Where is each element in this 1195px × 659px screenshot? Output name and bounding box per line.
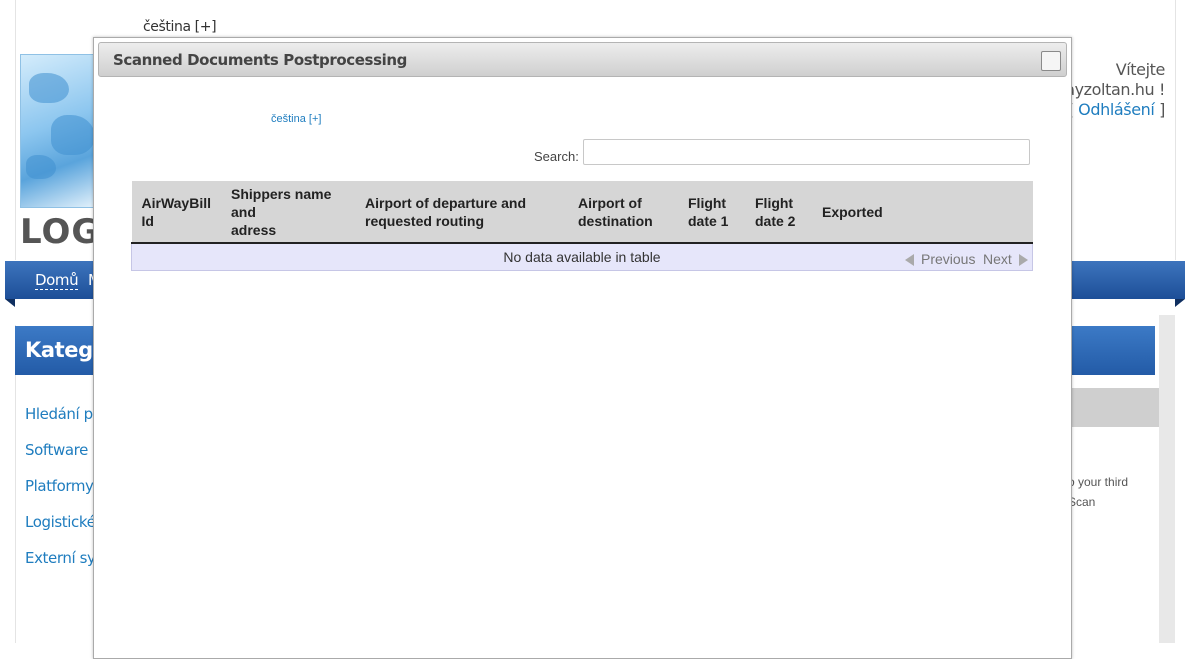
site-logo-text: LOG [20, 212, 101, 252]
documents-table: AirWayBill Id Shippers name and adress Air… [131, 181, 1033, 271]
column-header-airwaybill[interactable]: AirWayBill Id [131, 181, 221, 244]
logout-link[interactable]: Odhlášení [1078, 100, 1155, 119]
column-header-shipper[interactable]: Shippers name and adress [221, 181, 355, 244]
column-header-flight-date-2[interactable]: Flight date 2 [745, 181, 812, 244]
column-header-flight-date-1[interactable]: Flight date 1 [678, 181, 745, 244]
empty-table-message: No data available in table [131, 243, 1033, 271]
sidebar-header: Kategorie [15, 326, 138, 375]
column-header-destination[interactable]: Airport of destination [568, 181, 678, 244]
right-panel-text-1: o your third [1068, 475, 1129, 489]
scanned-documents-dialog: Scanned Documents Postprocessing čeština… [93, 37, 1072, 659]
previous-label: Previous [921, 251, 976, 267]
page-frame-right [1175, 0, 1176, 260]
next-page-button[interactable]: Next [983, 251, 1028, 267]
right-panel-header [1060, 326, 1155, 375]
page-frame-left [15, 0, 16, 260]
table-header-row: AirWayBill Id Shippers name and adress Air… [131, 181, 1033, 244]
next-label: Next [983, 251, 1012, 267]
arrow-right-icon [1018, 254, 1028, 267]
sidebar-item-platforms[interactable]: Platformy [25, 477, 94, 495]
column-header-departure[interactable]: Airport of departure and requested routin… [355, 181, 568, 244]
nav-ribbon-left [5, 299, 15, 307]
dialog-language-switch[interactable]: čeština [+] [271, 113, 321, 125]
search-input[interactable] [583, 139, 1030, 165]
language-switch[interactable]: čeština [+] [143, 19, 217, 35]
nav-ribbon-right [1175, 299, 1185, 307]
dialog-titlebar[interactable]: Scanned Documents Postprocessing [98, 42, 1067, 77]
column-header-exported[interactable]: Exported [812, 181, 1033, 244]
previous-page-button[interactable]: Previous [905, 251, 975, 267]
sidebar-item-software[interactable]: Software [25, 441, 88, 459]
site-logo-map [20, 54, 100, 208]
right-panel-subheader [1060, 388, 1159, 427]
right-panel-scrollbar[interactable] [1159, 315, 1175, 643]
close-button[interactable] [1041, 51, 1061, 71]
arrow-left-icon [905, 254, 914, 267]
right-panel-text-2: Scan [1068, 495, 1096, 509]
dialog-title: Scanned Documents Postprocessing [113, 51, 407, 69]
nav-item-home[interactable]: Domů [35, 271, 79, 290]
table-row: No data available in table [131, 243, 1033, 271]
bracket-close: ] [1154, 100, 1165, 119]
search-label: Search: [534, 149, 579, 164]
